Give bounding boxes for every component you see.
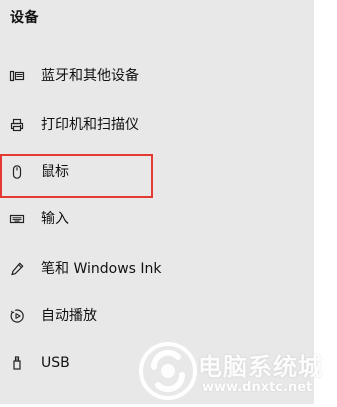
keyboard-icon bbox=[9, 211, 25, 227]
nav-item-usb[interactable]: USB bbox=[0, 343, 314, 383]
printer-icon bbox=[9, 117, 25, 133]
nav-item-label: 蓝牙和其他设备 bbox=[41, 68, 139, 84]
pen-icon bbox=[9, 261, 25, 277]
nav-item-label: 自动播放 bbox=[41, 308, 97, 324]
nav-item-label: 输入 bbox=[41, 211, 69, 227]
nav-item-pen-and-windows-ink[interactable]: 笔和 Windows Ink bbox=[0, 249, 314, 289]
nav-item-autoplay[interactable]: 自动播放 bbox=[0, 296, 314, 336]
mouse-icon bbox=[9, 164, 25, 180]
bluetooth-devices-icon bbox=[9, 68, 25, 84]
nav-item-bluetooth-and-devices[interactable]: 蓝牙和其他设备 bbox=[0, 56, 314, 96]
nav-item-label: 笔和 Windows Ink bbox=[41, 261, 162, 277]
settings-sidebar: 设备 蓝牙和其他设备 打印机和扫描仪 鼠标 输入 笔和 Windows Ink … bbox=[0, 0, 314, 404]
section-title: 设备 bbox=[10, 10, 39, 26]
nav-item-label: 打印机和扫描仪 bbox=[41, 117, 139, 133]
nav-item-printers-and-scanners[interactable]: 打印机和扫描仪 bbox=[0, 105, 314, 145]
nav-item-label: USB bbox=[41, 355, 70, 371]
usb-icon bbox=[9, 355, 25, 371]
nav-item-mouse[interactable]: 鼠标 bbox=[0, 152, 314, 192]
nav-item-input[interactable]: 输入 bbox=[0, 199, 314, 239]
content-pane bbox=[314, 0, 337, 404]
autoplay-icon bbox=[9, 308, 25, 324]
nav-item-label: 鼠标 bbox=[41, 164, 69, 180]
